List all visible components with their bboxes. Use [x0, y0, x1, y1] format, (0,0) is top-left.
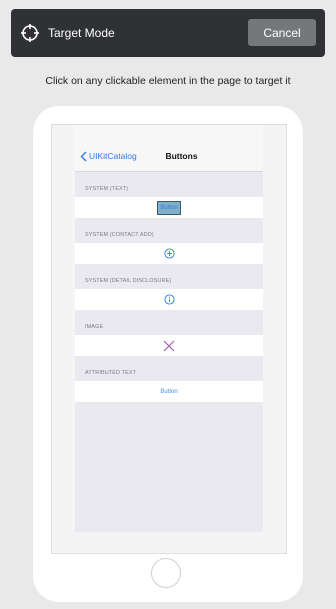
- home-button: [151, 558, 181, 588]
- plus-circle-icon[interactable]: [163, 248, 175, 259]
- section-header-image: IMAGE: [85, 324, 104, 330]
- cell-system-text: Button: [75, 197, 263, 218]
- info-circle-icon[interactable]: [163, 294, 175, 305]
- crosshair-icon: [21, 24, 39, 42]
- instruction-text: Click on any clickable element in the pa…: [45, 75, 291, 87]
- cell-image: [75, 335, 263, 356]
- attributed-text-button[interactable]: Button: [160, 389, 177, 395]
- section-header-contact-add: SYSTEM (CONTACT ADD): [85, 232, 154, 238]
- section-header-detail-disclosure: SYSTEM (DETAIL DISCLOSURE): [85, 278, 172, 284]
- x-icon[interactable]: [163, 340, 175, 352]
- system-text-button[interactable]: Button: [157, 200, 181, 215]
- nav-title: Buttons: [165, 151, 198, 161]
- section-header-system-text: SYSTEM (TEXT): [85, 186, 129, 192]
- cell-attributed-text: Button: [75, 381, 263, 402]
- target-mode-bar: Target Mode Cancel: [11, 9, 325, 57]
- section-header-attributed-text: ATTRIBUTED TEXT: [85, 370, 137, 376]
- app-navigation-bar: UIKitCatalog Buttons: [75, 125, 263, 172]
- device-screen: UIKitCatalog Buttons SYSTEM (TEXT) Butto…: [75, 125, 263, 532]
- cell-detail-disclosure: [75, 289, 263, 310]
- cell-contact-add: [75, 243, 263, 264]
- target-mode-title: Target Mode: [48, 26, 115, 40]
- cancel-button[interactable]: Cancel: [248, 19, 316, 46]
- device-frame: UIKitCatalog Buttons SYSTEM (TEXT) Butto…: [33, 106, 303, 602]
- device-screen-frame: UIKitCatalog Buttons SYSTEM (TEXT) Butto…: [51, 124, 287, 554]
